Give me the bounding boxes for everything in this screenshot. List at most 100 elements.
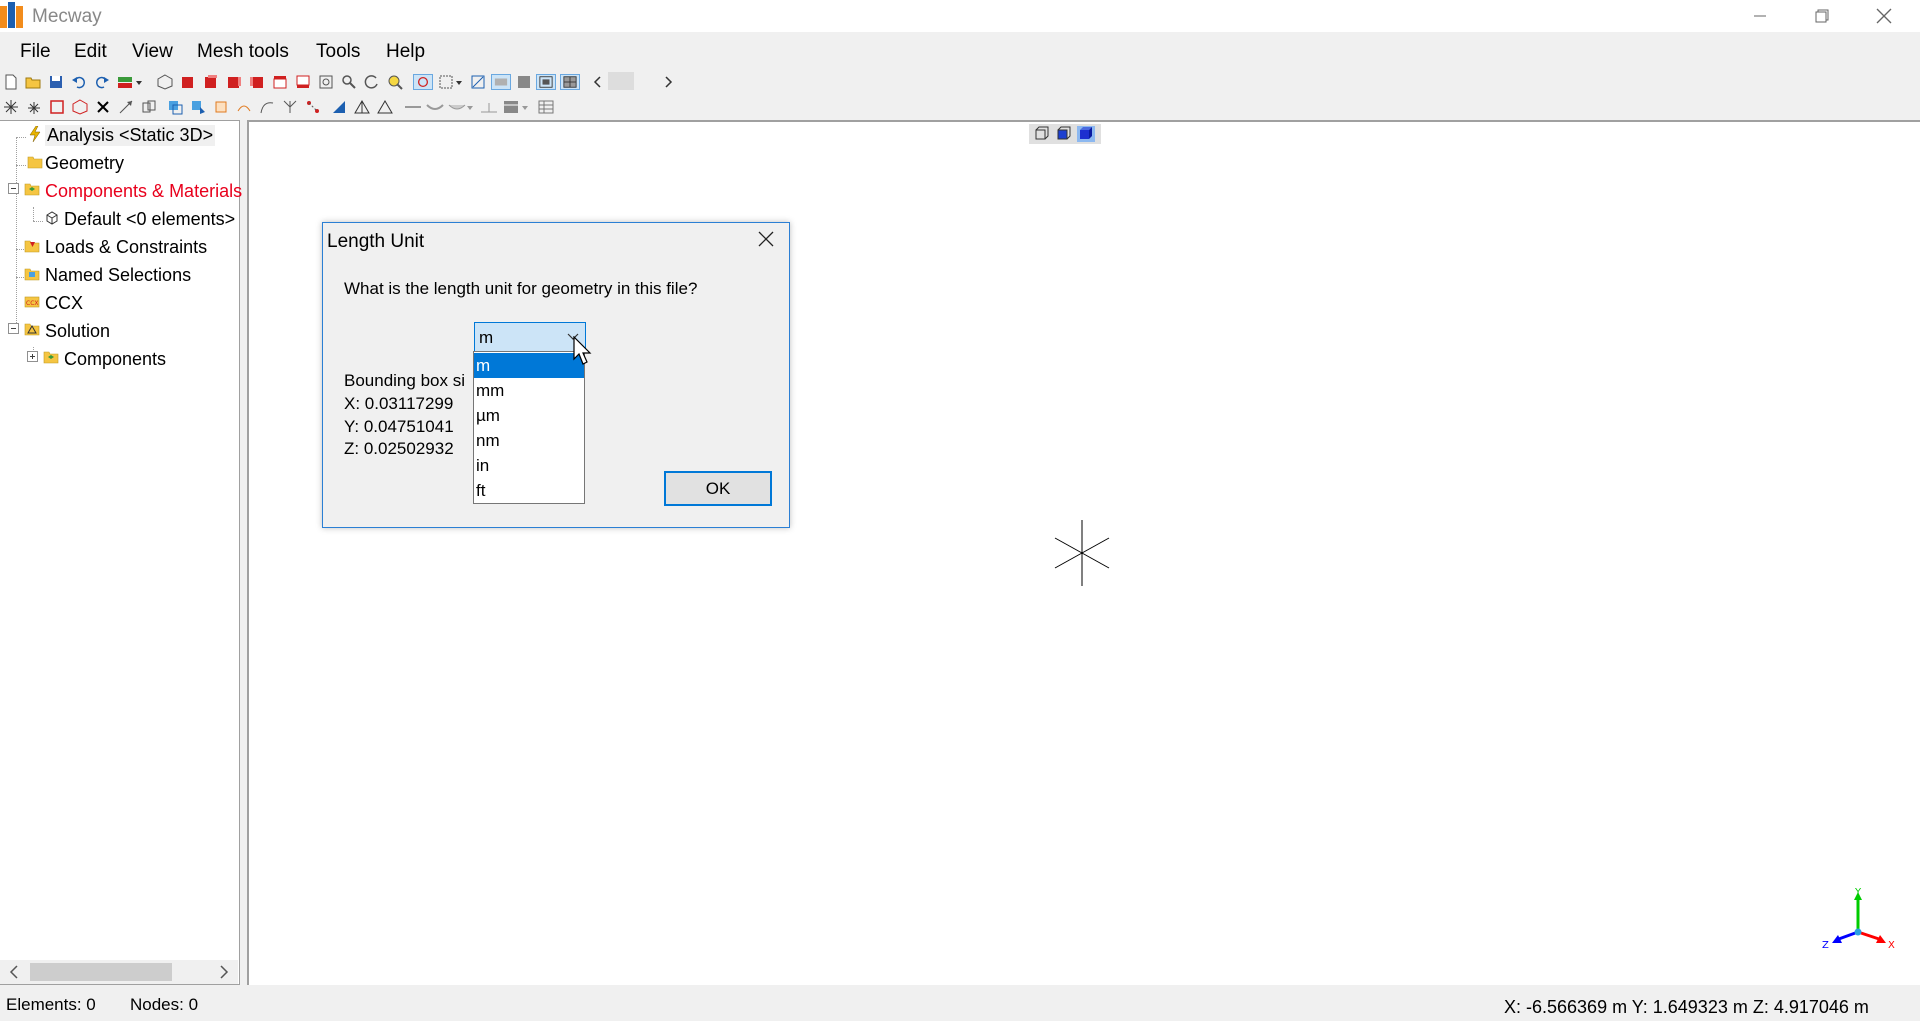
sweep-icon[interactable]: [259, 99, 275, 115]
wireframe-icon[interactable]: [516, 74, 532, 90]
dialog-close-button[interactable]: [743, 223, 789, 255]
title-bar[interactable]: Mecway: [0, 0, 1920, 32]
unit-option-in[interactable]: in: [474, 453, 584, 478]
tree-item-components-materials[interactable]: Components & Materials: [45, 181, 242, 202]
tree-expander-components[interactable]: [8, 183, 19, 194]
shaded-view-icon[interactable]: [491, 74, 511, 90]
length-unit-combobox[interactable]: m: [474, 322, 586, 352]
solid-element-icon[interactable]: [72, 99, 88, 115]
scroll-thumb[interactable]: [30, 963, 172, 981]
refine-icon[interactable]: [331, 99, 347, 115]
menu-tools[interactable]: Tools: [316, 41, 360, 63]
element-icon[interactable]: [49, 99, 65, 115]
minimize-button[interactable]: [1730, 0, 1790, 32]
unit-option-nm[interactable]: nm: [474, 428, 584, 453]
close-button[interactable]: [1854, 0, 1914, 32]
view-right-icon[interactable]: [249, 74, 265, 90]
view-front-icon[interactable]: [180, 74, 196, 90]
view-half-cube-icon[interactable]: [1055, 126, 1073, 142]
tree-guide-line: [33, 221, 43, 222]
unit-option-m[interactable]: m: [474, 353, 584, 378]
tree-expander-solution-components[interactable]: [27, 351, 38, 362]
tree-item-ccx[interactable]: CCX: [45, 293, 83, 314]
dialog-question: What is the length unit for geometry in …: [344, 279, 698, 298]
outline-tree[interactable]: Analysis <Static 3D> Geometry Components…: [0, 120, 242, 985]
view-bottom-icon[interactable]: [295, 74, 311, 90]
view-left-icon[interactable]: [226, 74, 242, 90]
new-file-icon[interactable]: [3, 74, 19, 90]
shell-style-icon[interactable]: [448, 99, 474, 115]
triangle-mesh-icon[interactable]: [354, 99, 370, 115]
section-icon[interactable]: [503, 99, 529, 115]
mesh-view-icon[interactable]: [560, 74, 580, 90]
unit-option-um[interactable]: µm: [474, 403, 584, 428]
revolve-icon[interactable]: [236, 99, 252, 115]
menu-view[interactable]: View: [132, 41, 173, 63]
select-mode-icon[interactable]: [413, 74, 433, 90]
tree-item-geometry[interactable]: Geometry: [45, 153, 124, 174]
open-folder-icon[interactable]: [25, 74, 41, 90]
z-axis-label: Z: [1822, 940, 1829, 951]
view-iso-icon[interactable]: [157, 74, 173, 90]
selection-filter-icon[interactable]: [438, 74, 464, 90]
restore-icon: [1815, 9, 1829, 23]
table-icon[interactable]: [538, 99, 554, 115]
tree-item-solution-components[interactable]: Components: [64, 349, 166, 370]
merge-nodes-icon[interactable]: [305, 99, 321, 115]
tree-expander-solution[interactable]: [8, 323, 19, 334]
result-step-slider[interactable]: [608, 72, 634, 90]
edges-view-icon[interactable]: [536, 74, 556, 90]
tree-horizontal-scrollbar[interactable]: [0, 960, 238, 984]
previous-result-icon[interactable]: [590, 74, 606, 90]
unit-option-ft[interactable]: ft: [474, 478, 584, 503]
triangle-icon[interactable]: [377, 99, 393, 115]
scroll-right-button[interactable]: [210, 960, 238, 984]
split-icon[interactable]: [282, 99, 298, 115]
redo-icon[interactable]: [94, 74, 110, 90]
triad-origin: [1854, 928, 1862, 936]
restore-button[interactable]: [1792, 0, 1852, 32]
move-icon[interactable]: [118, 99, 134, 115]
tree-item-named-selections[interactable]: Named Selections: [45, 265, 191, 286]
ok-button[interactable]: OK: [664, 471, 772, 506]
solve-icon[interactable]: [117, 74, 143, 90]
view-wire-cube-icon[interactable]: [1033, 126, 1051, 142]
tree-item-analysis[interactable]: Analysis <Static 3D>: [45, 125, 216, 146]
measure-icon[interactable]: [470, 74, 486, 90]
zoom-window-icon[interactable]: [387, 74, 403, 90]
node-icon[interactable]: [3, 99, 19, 115]
scroll-left-button[interactable]: [0, 960, 28, 984]
undo-icon[interactable]: [71, 74, 87, 90]
menu-edit[interactable]: Edit: [74, 41, 107, 63]
zoom-icon[interactable]: [341, 74, 357, 90]
line-style-icon[interactable]: [404, 99, 422, 115]
y-axis-label: Y: [1854, 888, 1862, 898]
copy-icon[interactable]: [141, 99, 157, 115]
select-elements-icon[interactable]: [190, 99, 206, 115]
view-back-icon[interactable]: [203, 74, 219, 90]
view-top-icon[interactable]: [272, 74, 288, 90]
menu-help[interactable]: Help: [386, 41, 425, 63]
rotate-icon[interactable]: [364, 74, 380, 90]
tree-item-loads-constraints[interactable]: Loads & Constraints: [45, 237, 207, 258]
component-part-icon: [46, 211, 58, 225]
menu-file[interactable]: File: [20, 41, 51, 63]
tree-item-solution[interactable]: Solution: [45, 321, 110, 342]
beam-icon[interactable]: [480, 99, 498, 115]
curve-style-icon[interactable]: [426, 99, 444, 115]
menu-bar: File Edit View Mesh tools Tools Help: [0, 32, 1920, 72]
delete-icon[interactable]: [95, 99, 111, 115]
bounding-box-z: Z: 0.02502932: [344, 439, 454, 458]
unit-option-mm[interactable]: mm: [474, 378, 584, 403]
view-solid-cube-icon[interactable]: [1077, 126, 1095, 142]
tree-guide-line: [16, 137, 26, 138]
select-nodes-icon[interactable]: [167, 99, 183, 115]
save-icon[interactable]: [48, 74, 64, 90]
x-axis-label: X: [1888, 940, 1895, 951]
menu-mesh-tools[interactable]: Mesh tools: [197, 41, 289, 63]
next-result-icon[interactable]: [660, 74, 676, 90]
tree-item-default-component[interactable]: Default <0 elements>: [64, 209, 235, 230]
zoom-fit-icon[interactable]: [318, 74, 334, 90]
extrude-icon[interactable]: [213, 99, 229, 115]
add-node-icon[interactable]: [26, 99, 42, 115]
